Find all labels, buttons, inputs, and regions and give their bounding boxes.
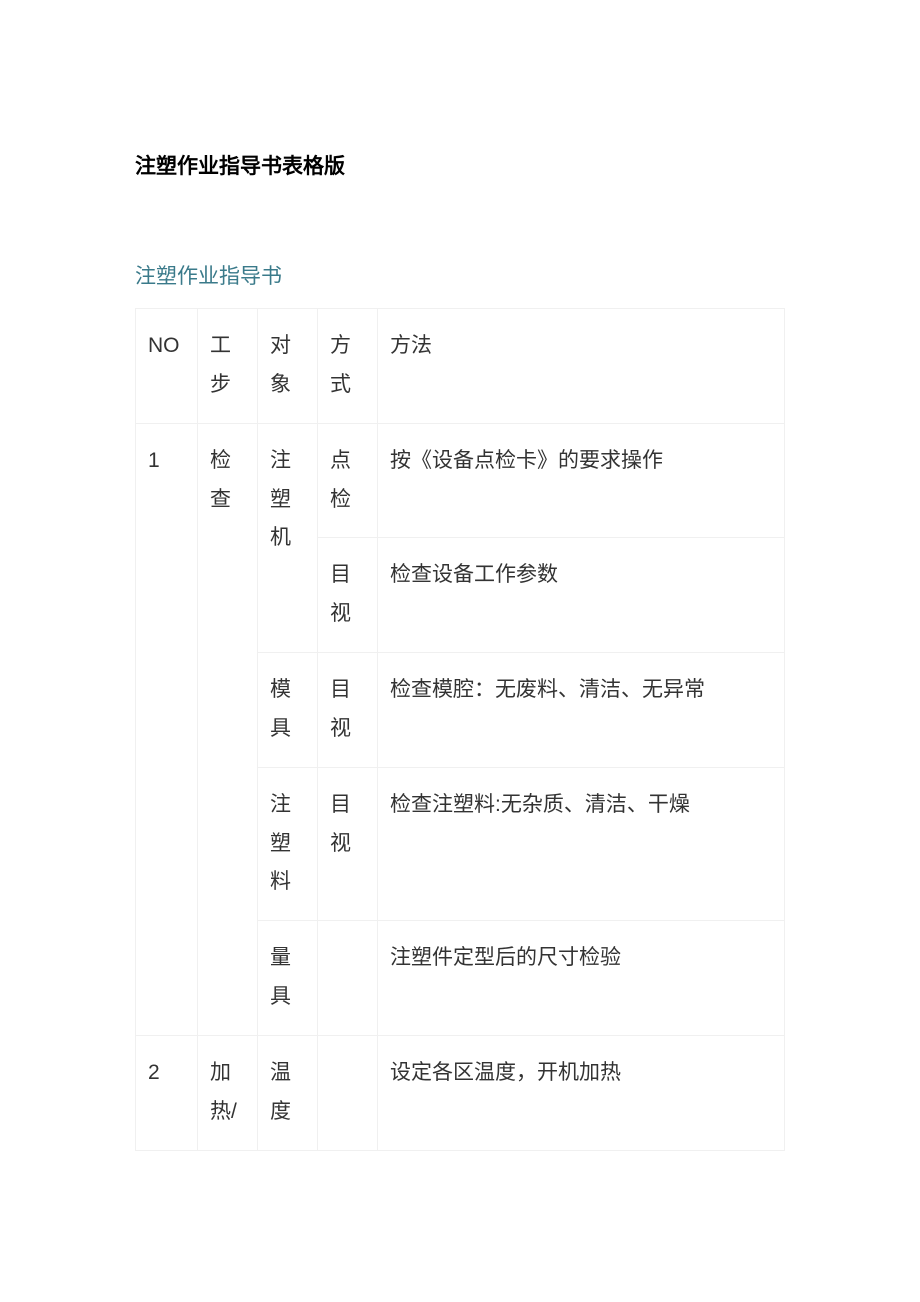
cell-mode: 点检	[318, 423, 378, 538]
title-main: 注塑作业指导书表格版	[135, 150, 785, 180]
cell-object: 量具	[258, 921, 318, 1036]
header-step: 工步	[198, 309, 258, 424]
cell-method: 按《设备点检卡》的要求操作	[378, 423, 785, 538]
table-row: 2 加热/ 温度 设定各区温度，开机加热	[136, 1035, 785, 1150]
cell-object: 注塑料	[258, 767, 318, 921]
cell-method: 检查注塑料:无杂质、清洁、干燥	[378, 767, 785, 921]
cell-mode: 目视	[318, 538, 378, 653]
cell-object: 模具	[258, 653, 318, 768]
cell-method: 设定各区温度，开机加热	[378, 1035, 785, 1150]
table-header-row: NO 工步 对象 方式 方法	[136, 309, 785, 424]
cell-mode	[318, 921, 378, 1036]
cell-object: 温度	[258, 1035, 318, 1150]
table-row: 1 检查 注塑机 点检 按《设备点检卡》的要求操作	[136, 423, 785, 538]
cell-mode: 目视	[318, 653, 378, 768]
instruction-table: NO 工步 对象 方式 方法 1 检查 注塑机 点检 按《设备点检卡》的要求操作…	[135, 308, 785, 1151]
cell-step: 检查	[198, 423, 258, 1035]
title-sub: 注塑作业指导书	[135, 260, 785, 290]
header-no: NO	[136, 309, 198, 424]
cell-method: 检查模腔：无废料、清洁、无异常	[378, 653, 785, 768]
cell-object: 注塑机	[258, 423, 318, 652]
cell-method: 注塑件定型后的尺寸检验	[378, 921, 785, 1036]
cell-mode: 目视	[318, 767, 378, 921]
cell-step: 加热/	[198, 1035, 258, 1150]
cell-no: 2	[136, 1035, 198, 1150]
cell-mode	[318, 1035, 378, 1150]
header-mode: 方式	[318, 309, 378, 424]
cell-method: 检查设备工作参数	[378, 538, 785, 653]
header-object: 对象	[258, 309, 318, 424]
cell-no: 1	[136, 423, 198, 1035]
document-container: 注塑作业指导书表格版 注塑作业指导书 NO 工步 对象 方式 方法 1 检查 注…	[135, 150, 785, 1151]
header-method: 方法	[378, 309, 785, 424]
